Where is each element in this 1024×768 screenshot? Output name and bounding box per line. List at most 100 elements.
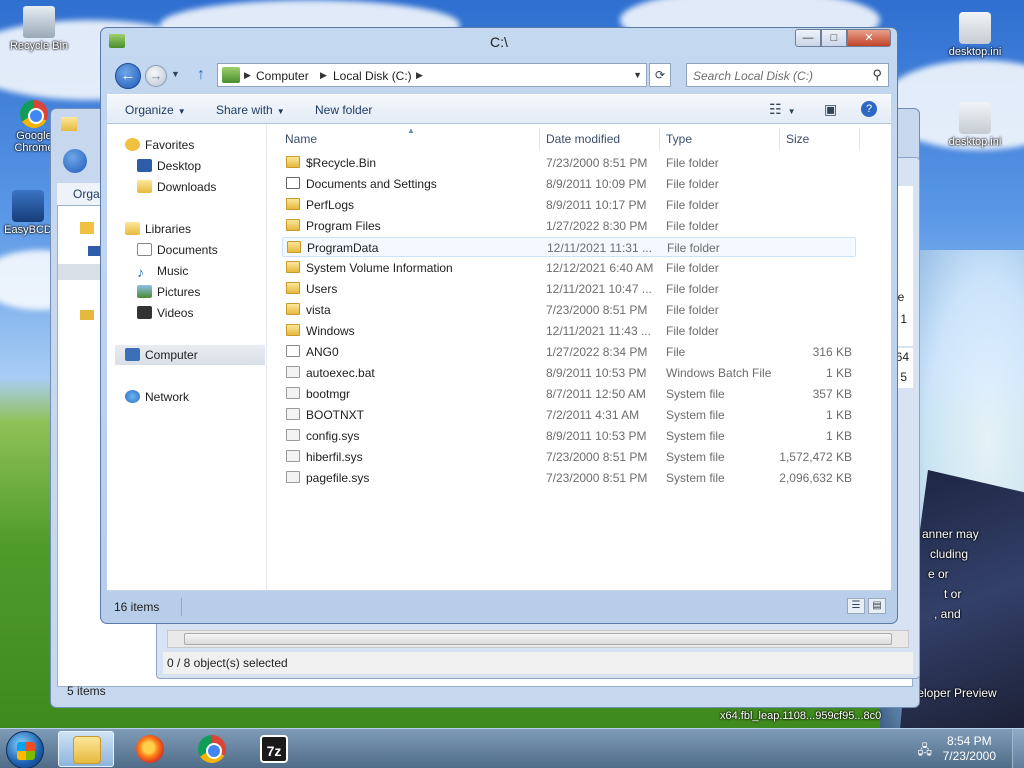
file-type: File <box>666 345 686 359</box>
new-folder-button[interactable]: New folder <box>315 103 372 117</box>
file-row[interactable]: PerfLogs 8/9/2011 10:17 PM File folder <box>282 195 856 215</box>
desktop-icon-desktop-ini-1[interactable]: desktop.ini <box>940 12 1010 58</box>
sidebar-label: Network <box>145 390 190 404</box>
recycle-bin-icon <box>23 6 55 38</box>
file-row[interactable]: Users 12/11/2021 10:47 ... File folder <box>282 279 856 299</box>
settings-file-icon <box>959 102 991 134</box>
preview-pane-button[interactable]: ▣ <box>824 101 837 118</box>
clock[interactable]: 8:54 PM 7/23/2000 <box>943 734 996 764</box>
sidebar-item-computer[interactable]: Computer <box>115 345 265 365</box>
share-with-label: Share with <box>216 103 273 117</box>
help-button[interactable]: ? <box>861 101 877 117</box>
forward-button[interactable]: → <box>145 65 167 87</box>
file-row[interactable]: hiberfil.sys 7/23/2000 8:51 PM System file… <box>282 447 856 467</box>
sidebar-item-videos[interactable]: Videos <box>137 306 193 320</box>
sidebar-item-desktop[interactable]: Desktop <box>137 159 201 173</box>
share-with-button[interactable]: Share with ▼ <box>216 103 285 117</box>
title-bar[interactable]: C:\ — □ ✕ <box>101 28 897 58</box>
sidebar-item-network[interactable]: Network <box>125 390 189 404</box>
sidebar-item-pictures[interactable]: Pictures <box>137 285 200 299</box>
file-size: 1 KB <box>825 429 852 443</box>
explorer-window[interactable]: C:\ — □ ✕ ← → ▼ ↑ ▶ Computer ▶ Local Dis… <box>100 27 898 624</box>
desktop-icon <box>137 159 152 172</box>
refresh-button[interactable]: ⟳ <box>649 63 671 87</box>
start-button[interactable] <box>6 731 44 768</box>
file-row[interactable]: System Volume Information 12/12/2021 6:40… <box>282 258 856 278</box>
file-row[interactable]: ProgramData 12/11/2021 11:31 ... File fold… <box>282 237 856 257</box>
search-box[interactable]: Search Local Disk (C:) ⚲ <box>686 63 889 87</box>
file-row[interactable]: vista 7/23/2000 8:51 PM File folder <box>282 300 856 320</box>
file-row[interactable]: autoexec.bat 8/9/2011 10:53 PM Windows Bat… <box>282 363 856 383</box>
breadcrumb-computer[interactable]: Computer <box>256 69 309 83</box>
change-view-button[interactable]: ☷ ▼ <box>769 101 795 118</box>
file-row[interactable]: Documents and Settings 8/9/2011 10:09 PM F… <box>282 174 856 194</box>
sidebar-item-music[interactable]: ♪ Music <box>137 264 188 280</box>
file-row[interactable]: BOOTNXT 7/2/2011 4:31 AM System file 1 KB <box>282 405 856 425</box>
column-header-name[interactable]: Name <box>285 132 317 146</box>
horizontal-scrollbar[interactable] <box>167 630 909 648</box>
file-row[interactable]: ANG0 1/27/2022 8:34 PM File 316 KB <box>282 342 856 362</box>
file-row[interactable]: pagefile.sys 7/23/2000 8:51 PM System file… <box>282 468 856 488</box>
file-date: 12/11/2021 11:31 ... <box>547 241 652 255</box>
column-divider[interactable] <box>779 128 780 150</box>
selection <box>58 264 106 280</box>
file-type: System file <box>666 471 725 485</box>
file-name: Windows <box>306 324 355 338</box>
close-button[interactable]: ✕ <box>847 29 891 47</box>
up-button[interactable]: ↑ <box>197 66 205 84</box>
chevron-right-icon[interactable]: ▶ <box>320 70 327 81</box>
desktop-icon-desktop-ini-2[interactable]: desktop.ini <box>940 102 1010 148</box>
minimize-button[interactable]: — <box>795 29 821 47</box>
taskbar-7zip[interactable]: 7z <box>246 731 302 767</box>
navigation-bar: ← → ▼ ↑ ▶ Computer ▶ Local Disk (C:) ▶ ▼… <box>113 61 893 91</box>
sidebar-item-documents[interactable]: Documents <box>137 243 218 257</box>
file-type: File folder <box>666 303 719 317</box>
column-header-size[interactable]: Size <box>786 132 809 146</box>
sidebar-item-favorites[interactable]: Favorites <box>125 138 194 152</box>
scrollbar-thumb[interactable] <box>184 633 892 645</box>
desktop-icon-recycle-bin[interactable]: Recycle Bin <box>4 6 74 52</box>
chevron-right-icon[interactable]: ▶ <box>416 70 423 81</box>
command-bar: Organize ▼ Share with ▼ New folder ☷ ▼ ▣ ? <box>107 94 891 124</box>
column-header-date[interactable]: Date modified <box>546 132 620 146</box>
column-divider[interactable] <box>659 128 660 150</box>
file-name: pagefile.sys <box>306 471 370 485</box>
file-name: config.sys <box>306 429 360 443</box>
address-bar[interactable]: ▶ Computer ▶ Local Disk (C:) ▶ ▼ <box>217 63 647 87</box>
sidebar-item-libraries[interactable]: Libraries <box>125 222 191 236</box>
breadcrumb-local-disk[interactable]: Local Disk (C:) <box>333 69 412 83</box>
background-window-status: 5 items <box>67 684 106 698</box>
taskbar-firefox[interactable] <box>122 731 178 767</box>
clock-date: 7/23/2000 <box>942 749 996 763</box>
column-header-type[interactable]: Type <box>666 132 692 146</box>
sidebar-item-downloads[interactable]: Downloads <box>137 180 216 194</box>
search-input[interactable]: Search Local Disk (C:) <box>693 69 813 83</box>
large-icons-view-button[interactable]: ▤ <box>868 598 886 614</box>
show-desktop-button[interactable] <box>1012 729 1024 768</box>
file-row[interactable]: $Recycle.Bin 7/23/2000 8:51 PM File folder <box>282 153 856 173</box>
organize-button[interactable]: Organize ▼ <box>125 103 186 117</box>
details-view-button[interactable]: ☰ <box>847 598 865 614</box>
taskbar-explorer[interactable] <box>58 731 114 767</box>
folder-icon <box>286 156 300 168</box>
taskbar-chrome[interactable] <box>184 731 240 767</box>
sidebar-label: Documents <box>157 243 218 257</box>
file-icon <box>286 345 300 357</box>
computer-icon <box>222 67 240 83</box>
column-divider[interactable] <box>859 128 860 150</box>
address-dropdown[interactable]: ▼ <box>633 70 642 80</box>
file-row[interactable]: Windows 12/11/2021 11:43 ... File folder <box>282 321 856 341</box>
file-row[interactable]: bootmgr 8/7/2011 12:50 AM System file 357 K… <box>282 384 856 404</box>
file-row[interactable]: config.sys 8/9/2011 10:53 PM System file 1 … <box>282 426 856 446</box>
recent-pages-dropdown[interactable]: ▼ <box>171 69 180 79</box>
maximize-button[interactable]: □ <box>821 29 847 47</box>
file-row[interactable]: Program Files 1/27/2022 8:30 PM File folde… <box>282 216 856 236</box>
desktop-icon-label: EasyBCD <box>4 224 52 236</box>
file-name: ANG0 <box>306 345 339 359</box>
file-date: 8/9/2011 10:53 PM <box>546 366 647 380</box>
desktop-icon-easybcd[interactable]: EasyBCD <box>0 190 56 236</box>
back-button[interactable]: ← <box>115 63 141 89</box>
network-tray-icon[interactable]: 🖧 <box>918 741 933 763</box>
cell: 1 <box>900 312 907 326</box>
column-divider[interactable] <box>539 128 540 150</box>
